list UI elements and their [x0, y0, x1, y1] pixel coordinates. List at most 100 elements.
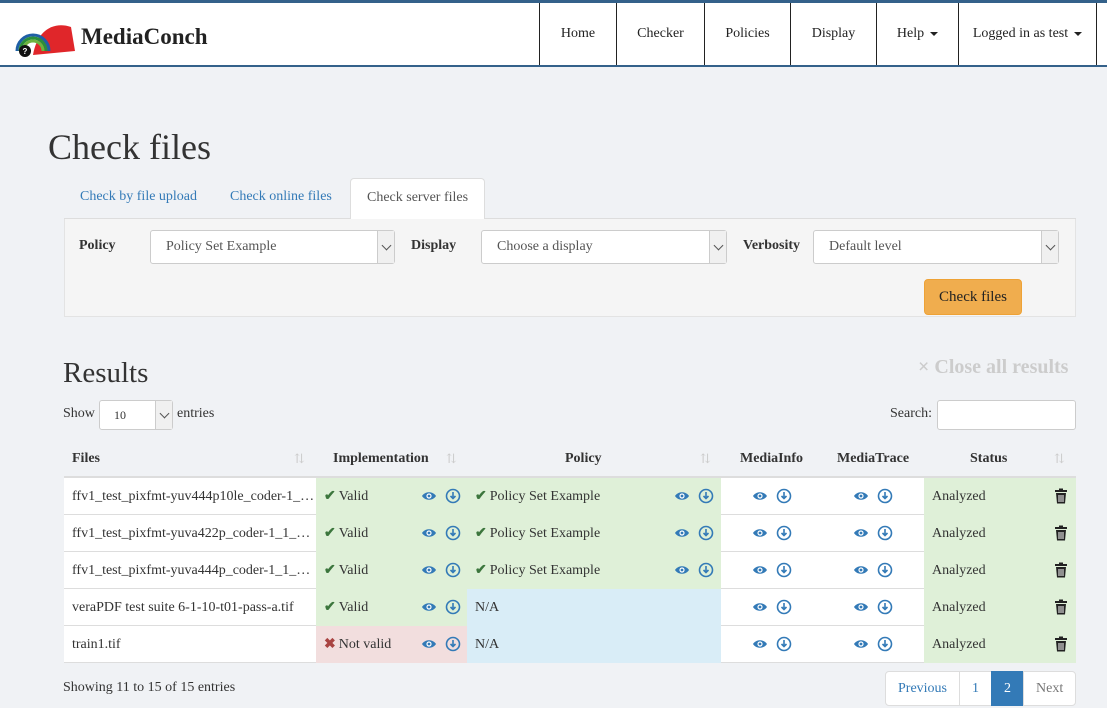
pagination-next[interactable]: Next	[1023, 671, 1077, 706]
view-mediatrace-eye-icon[interactable]	[853, 599, 869, 615]
trash-icon[interactable]	[1054, 525, 1068, 541]
view-implementation-eye-icon[interactable]	[421, 636, 437, 652]
policy-status: Policy Set Example	[489, 526, 601, 541]
download-policy-icon[interactable]	[698, 525, 714, 541]
col-status[interactable]: Status	[970, 440, 1007, 478]
download-mediainfo-icon[interactable]	[776, 525, 792, 541]
view-mediainfo-eye-icon[interactable]	[752, 599, 768, 615]
implementation-status: Not valid	[338, 637, 392, 652]
policy-select[interactable]: Policy Set Example	[150, 230, 395, 264]
nav-policies[interactable]: Policies	[704, 3, 790, 65]
implementation-status: Valid	[338, 526, 369, 541]
nav-checker[interactable]: Checker	[616, 3, 704, 65]
nav-home[interactable]: Home	[539, 3, 616, 65]
status-text: Analyzed	[932, 526, 986, 541]
file-name[interactable]: ffv1_test_pixfmt-yuva444p_coder-1_1_0.mk…	[64, 552, 316, 589]
view-implementation-eye-icon[interactable]	[421, 488, 437, 504]
search-label: Search:	[890, 406, 932, 421]
table-row: ffv1_test_pixfmt-yuv444p10le_coder-1_1_0…	[64, 478, 1076, 515]
trash-icon[interactable]	[1054, 562, 1068, 578]
view-mediainfo-eye-icon[interactable]	[752, 488, 768, 504]
pagination-previous[interactable]: Previous	[885, 671, 960, 706]
view-implementation-eye-icon[interactable]	[421, 525, 437, 541]
pagination: Previous 1 2 Next	[885, 671, 1077, 706]
sort-icon[interactable]: ⇅	[294, 452, 308, 466]
sort-icon[interactable]: ⇅	[700, 452, 714, 466]
nav-display[interactable]: Display	[790, 3, 876, 65]
download-policy-icon[interactable]	[698, 562, 714, 578]
chevron-down-icon	[709, 231, 726, 263]
check-icon: ✔	[324, 600, 336, 615]
verbosity-select[interactable]: Default level	[813, 230, 1059, 264]
policy-status: Policy Set Example	[489, 489, 601, 504]
view-implementation-eye-icon[interactable]	[421, 562, 437, 578]
download-mediatrace-icon[interactable]	[877, 599, 893, 615]
nav-help-dropdown[interactable]: Help	[876, 3, 958, 65]
nav-help-label: Help	[896, 26, 925, 41]
view-mediatrace-eye-icon[interactable]	[853, 488, 869, 504]
entries-length-value: 10	[114, 408, 126, 422]
col-implementation[interactable]: Implementation	[333, 440, 429, 478]
file-name[interactable]: ffv1_test_pixfmt-yuva422p_coder-1_1_0.mk…	[64, 515, 316, 552]
search-input[interactable]	[937, 400, 1076, 430]
download-implementation-icon[interactable]	[445, 636, 461, 652]
verbosity-select-value: Default level	[829, 239, 902, 254]
policy-status: N/A	[475, 637, 500, 652]
entries-length-select[interactable]: 10	[99, 400, 173, 430]
file-name[interactable]: ffv1_test_pixfmt-yuv444p10le_coder-1_1_0…	[64, 478, 316, 515]
implementation-status: Valid	[338, 563, 369, 578]
sort-icon[interactable]: ⇅	[446, 452, 460, 466]
view-policy-eye-icon[interactable]	[674, 525, 690, 541]
download-mediainfo-icon[interactable]	[776, 636, 792, 652]
pagination-page-1[interactable]: 1	[959, 671, 992, 706]
check-files-button[interactable]: Check files	[924, 279, 1022, 315]
view-mediainfo-eye-icon[interactable]	[752, 636, 768, 652]
trash-icon[interactable]	[1054, 636, 1068, 652]
download-implementation-icon[interactable]	[445, 488, 461, 504]
table-header: Files ⇅ Implementation ⇅ Policy ⇅ MediaI…	[64, 440, 1076, 478]
download-mediatrace-icon[interactable]	[877, 525, 893, 541]
chevron-down-icon	[155, 401, 172, 429]
policy-status: N/A	[475, 600, 500, 615]
trash-icon[interactable]	[1054, 599, 1068, 615]
nav-user-dropdown[interactable]: Logged in as test	[958, 3, 1097, 65]
trash-icon[interactable]	[1054, 488, 1068, 504]
check-icon: ✔	[475, 563, 487, 578]
col-files[interactable]: Files	[72, 440, 100, 478]
main-nav: Home Checker Policies Display Help Logge…	[539, 3, 1097, 65]
view-mediatrace-eye-icon[interactable]	[853, 525, 869, 541]
view-policy-eye-icon[interactable]	[674, 488, 690, 504]
download-mediainfo-icon[interactable]	[776, 599, 792, 615]
tab-file-upload[interactable]: Check by file upload	[64, 178, 213, 219]
download-mediainfo-icon[interactable]	[776, 488, 792, 504]
download-mediainfo-icon[interactable]	[776, 562, 792, 578]
check-icon: ✔	[324, 563, 336, 578]
download-mediatrace-icon[interactable]	[877, 488, 893, 504]
view-policy-eye-icon[interactable]	[674, 562, 690, 578]
caret-down-icon	[930, 32, 939, 36]
download-policy-icon[interactable]	[698, 488, 714, 504]
display-select[interactable]: Choose a display	[481, 230, 727, 264]
download-implementation-icon[interactable]	[445, 525, 461, 541]
view-mediainfo-eye-icon[interactable]	[752, 525, 768, 541]
view-mediatrace-eye-icon[interactable]	[853, 636, 869, 652]
pagination-page-2[interactable]: 2	[991, 671, 1024, 706]
download-implementation-icon[interactable]	[445, 599, 461, 615]
table-row: train1.tif ✖ Not valid N/A Analyzed	[64, 626, 1076, 663]
nav-policies-label: Policies	[725, 26, 770, 41]
download-mediatrace-icon[interactable]	[877, 636, 893, 652]
view-mediatrace-eye-icon[interactable]	[853, 562, 869, 578]
view-implementation-eye-icon[interactable]	[421, 599, 437, 615]
file-name[interactable]: veraPDF test suite 6-1-10-t01-pass-a.tif	[64, 589, 316, 626]
tab-server-files[interactable]: Check server files	[350, 178, 486, 220]
brand[interactable]: ? MediaConch	[13, 17, 208, 57]
file-name[interactable]: train1.tif	[64, 626, 316, 663]
mediaconch-logo-icon: ?	[13, 17, 75, 57]
view-mediainfo-eye-icon[interactable]	[752, 562, 768, 578]
download-mediatrace-icon[interactable]	[877, 562, 893, 578]
download-implementation-icon[interactable]	[445, 562, 461, 578]
close-all-results-button[interactable]: × Close all results	[918, 356, 1068, 379]
tab-online-files[interactable]: Check online files	[214, 178, 348, 219]
sort-icon[interactable]: ⇅	[1054, 452, 1068, 466]
col-policy[interactable]: Policy	[565, 440, 602, 478]
